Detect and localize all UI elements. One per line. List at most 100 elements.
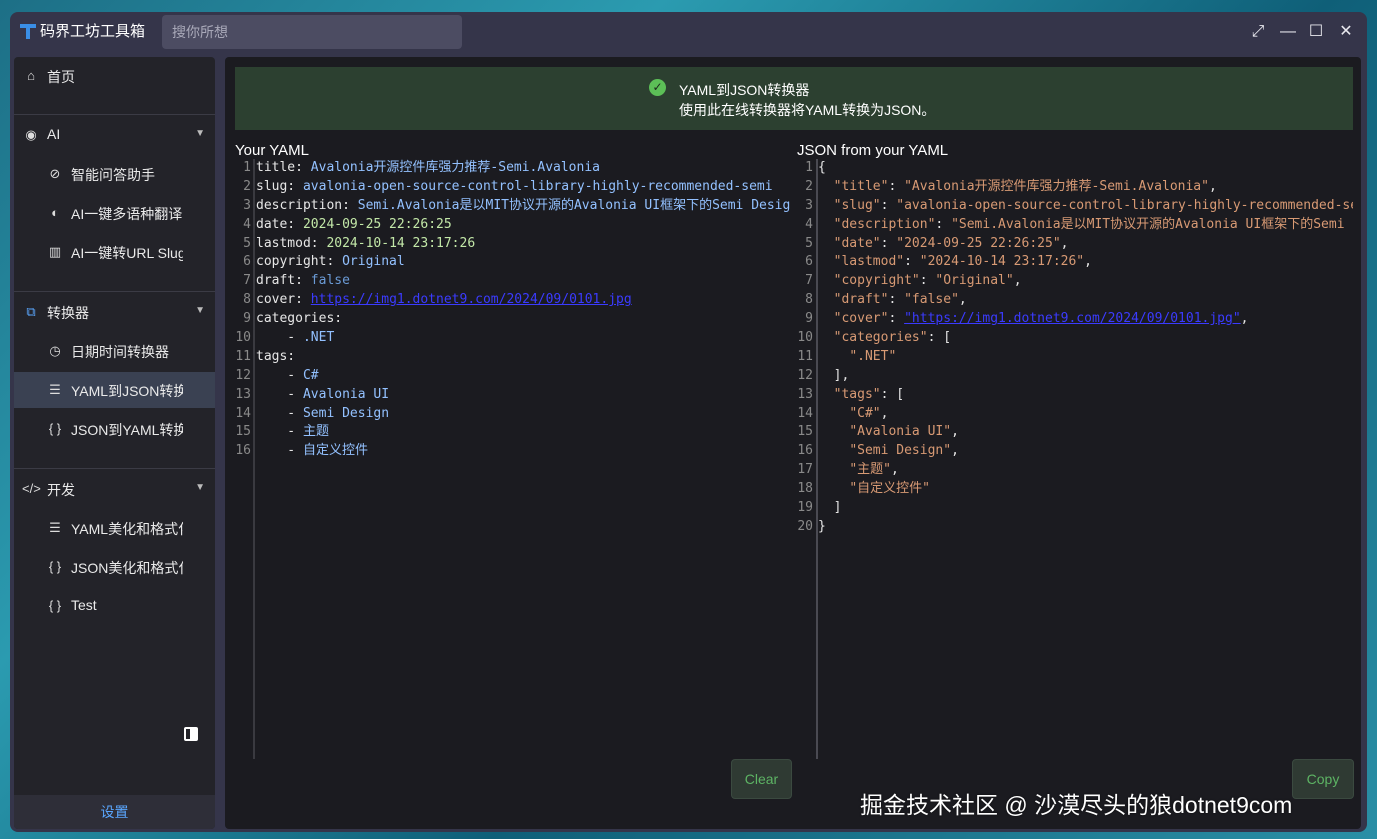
line-number: 14 <box>797 405 813 421</box>
robot-icon: ◉ <box>25 127 37 142</box>
line-number: 13 <box>797 386 813 402</box>
code-line: 19 ] <box>797 499 1353 518</box>
sidebar-item-ai-qa[interactable]: ⊘ 智能问答助手 <box>14 156 215 192</box>
json-punct: ], <box>818 367 850 383</box>
line-number: 19 <box>797 500 813 516</box>
json-colon: : <box>880 235 897 251</box>
minimize-icon[interactable]: — <box>1278 22 1298 42</box>
clear-button[interactable]: Clear <box>731 759 792 799</box>
code-line: 15 "Avalonia UI", <box>797 423 1353 442</box>
json-colon: : <box>888 292 905 308</box>
code-line: 3 description: Semi.Avalonia是以MIT协议开源的Ava… <box>235 197 791 216</box>
yaml-key: - <box>256 367 303 383</box>
sidebar-item-yaml-format[interactable]: ☰ YAML美化和格式化 <box>14 510 215 546</box>
json-value: "自定义控件" <box>849 481 930 497</box>
line-number: 11 <box>797 348 813 364</box>
json-key: "slug" <box>833 197 881 213</box>
sidebar-item-label: YAML美化和格式化 <box>71 521 183 537</box>
json-value: "2024-10-14 23:17:26" <box>919 254 1085 270</box>
json-value: [ <box>943 330 952 346</box>
yaml-key: title: <box>256 160 311 175</box>
maximize-icon[interactable]: ☐ <box>1306 22 1326 42</box>
yaml-value: 2024-10-14 23:17:26 <box>326 235 476 251</box>
app-window: 码界工坊工具箱 ⤢ — ☐ ✕ ⌂ 首页 ◉ AI ▼ ⊘ 智能问答助手 ◐ A… <box>10 12 1367 832</box>
paperclip-icon: ⊘ <box>49 166 61 181</box>
json-punct <box>818 292 834 307</box>
line-number: 6 <box>805 254 813 270</box>
search-input[interactable] <box>162 15 462 49</box>
line-number: 20 <box>797 518 813 534</box>
code-line: 13 - Avalonia UI <box>235 386 791 405</box>
json-editor[interactable]: 1{2 "title": "Avalonia开源控件库强力推荐-Semi.Ava… <box>797 159 1353 759</box>
json-punct <box>818 330 834 345</box>
sidebar-collapse-icon[interactable] <box>184 727 198 741</box>
sidebar-item-yaml-to-json[interactable]: ☰ YAML到JSON转换器 <box>14 372 215 408</box>
sidebar-group-converter[interactable]: ⧉ 转换器 ▼ <box>14 294 215 330</box>
line-number: 9 <box>243 311 251 327</box>
yaml-value: 2024-09-25 22:26:25 <box>302 216 452 232</box>
yaml-key: copyright: <box>256 254 343 270</box>
info-banner: ✓ YAML到JSON转换器 使用此在线转换器将YAML转换为JSON。 <box>235 67 1353 130</box>
json-punct <box>818 198 834 213</box>
line-number: 15 <box>797 424 813 440</box>
sidebar-item-label: JSON美化和格式化 <box>71 560 183 576</box>
sidebar-item-test[interactable]: { } Test <box>14 588 215 624</box>
code-line: 16 "Semi Design", <box>797 442 1353 461</box>
yaml-key: - <box>256 443 303 459</box>
sidebar-item-label: Test <box>71 597 97 613</box>
code-line: 6 copyright: Original <box>235 253 791 272</box>
code-line: 8 cover: https://img1.dotnet9.com/2024/09… <box>235 291 791 310</box>
json-colon: : <box>880 386 897 402</box>
settings-button[interactable]: 设置 <box>14 795 215 829</box>
sidebar-item-ai-slug[interactable]: ▥ AI一键转URL Slug <box>14 234 215 270</box>
converter-icon: ⧉ <box>26 304 36 319</box>
json-key: "lastmod" <box>833 254 905 270</box>
json-punct: ] <box>818 500 842 516</box>
close-icon[interactable]: ✕ <box>1336 22 1356 42</box>
banner-description: 使用此在线转换器将YAML转换为JSON。 <box>679 102 936 118</box>
json-punct <box>818 217 834 232</box>
json-comma: , <box>1084 254 1092 270</box>
yaml-value: avalonia-open-source-control-library-hig… <box>302 178 773 194</box>
json-value: "2024-09-25 22:26:25" <box>896 235 1061 251</box>
json-value: "主题" <box>849 462 891 478</box>
chevron-down-icon: ▼ <box>195 128 205 139</box>
sidebar-item-ai-translate[interactable]: ◐ AI一键多语种翻译 <box>14 195 215 231</box>
json-value: "Semi.Avalonia是以MIT协议开源的Avalonia UI框架下的S… <box>951 216 1353 232</box>
code-line: 12 - C# <box>235 367 791 386</box>
fullscreen-icon[interactable]: ⤢ <box>1248 22 1268 42</box>
app-logo-icon <box>20 24 36 39</box>
line-number: 4 <box>243 216 251 232</box>
yaml-value: https://img1.dotnet9.com/2024/09/0101.jp… <box>310 292 632 308</box>
yaml-key: draft: <box>256 273 311 289</box>
check-circle-icon: ✓ <box>649 79 666 96</box>
copy-button[interactable]: Copy <box>1292 759 1354 799</box>
json-pane-title: JSON from your YAML <box>797 142 949 159</box>
sidebar-group-label: 转换器 <box>47 305 89 321</box>
yaml-value: Avalonia开源控件库强力推荐-Semi.Avalonia <box>310 160 600 175</box>
code-line: 1 title: Avalonia开源控件库强力推荐-Semi.Avalonia <box>235 159 791 178</box>
sidebar-item-datetime[interactable]: ◷ 日期时间转换器 <box>14 333 215 369</box>
sidebar-item-json-format[interactable]: { } JSON美化和格式化 <box>14 549 215 585</box>
list-icon: ☰ <box>49 520 61 535</box>
sidebar-item-json-to-yaml[interactable]: { } JSON到YAML转换器 <box>14 411 215 447</box>
yaml-editor[interactable]: 1 title: Avalonia开源控件库强力推荐-Semi.Avalonia 2… <box>235 159 791 759</box>
json-value: "false" <box>904 292 959 308</box>
code-line: 5 lastmod: 2024-10-14 23:17:26 <box>235 235 791 254</box>
sidebar-item-label: YAML到JSON转换器 <box>71 383 183 399</box>
json-key: "draft" <box>833 292 889 308</box>
app-title: 码界工坊工具箱 <box>40 23 146 40</box>
json-key: "title" <box>833 178 889 194</box>
yaml-value: 自定义控件 <box>302 443 368 459</box>
line-number: 3 <box>243 197 251 213</box>
sidebar-item-home[interactable]: ⌂ 首页 <box>14 58 215 94</box>
sidebar-group-dev[interactable]: </> 开发 ▼ <box>14 471 215 507</box>
line-number: 5 <box>243 235 251 251</box>
json-colon: : <box>888 178 905 194</box>
yaml-key: date: <box>256 216 303 232</box>
code-line: 16 - 自定义控件 <box>235 442 791 461</box>
line-number: 12 <box>797 367 813 383</box>
sidebar-group-ai[interactable]: ◉ AI ▼ <box>14 117 215 153</box>
line-number: 10 <box>797 330 813 346</box>
json-punct <box>818 349 849 364</box>
